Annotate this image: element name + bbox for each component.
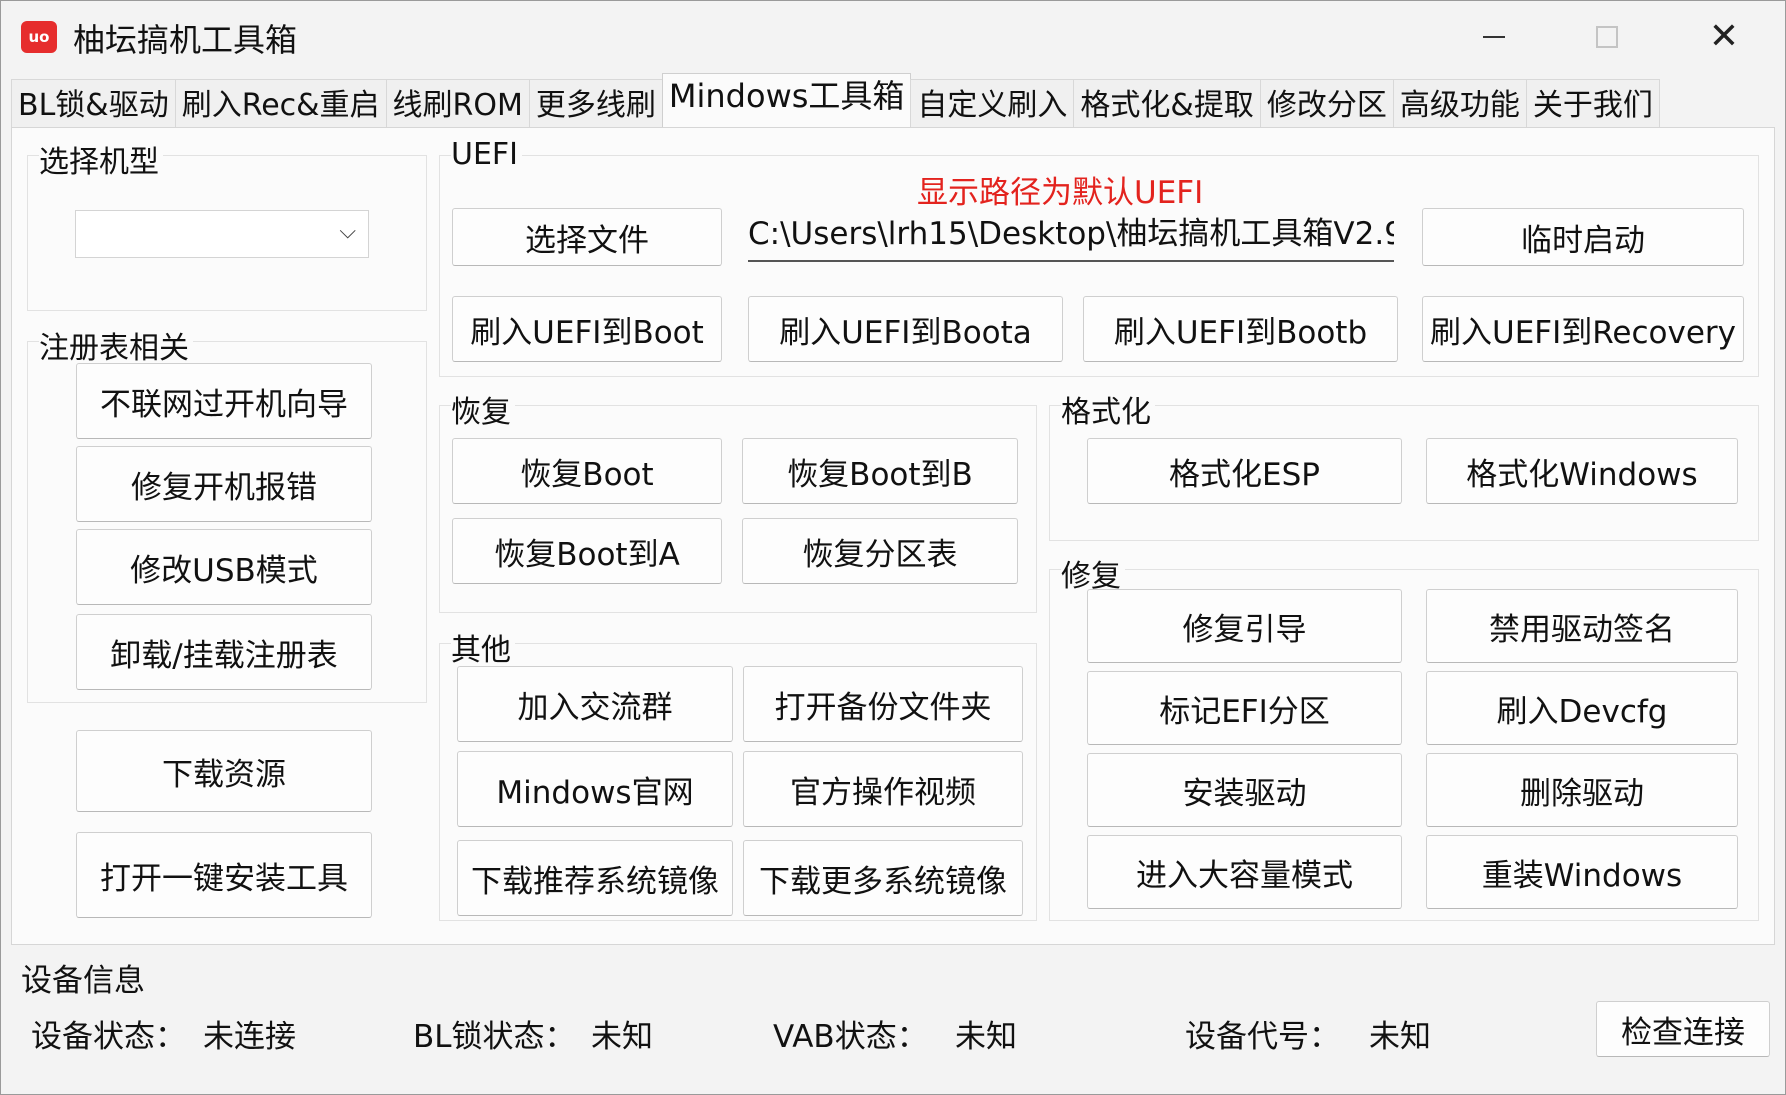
uefi-path-note: 显示路径为默认UEFI xyxy=(917,175,1204,211)
vab-status-value: 未知 xyxy=(955,1019,1017,1055)
flash-uefi-boot-button[interactable]: 刷入UEFI到Boot xyxy=(452,296,722,362)
main-window: uo 柚坛搞机工具箱 ✕ BL锁&驱动 刷入Rec&重启 线刷ROM 更多线刷 … xyxy=(0,0,1786,1095)
tab-modify-partition[interactable]: 修改分区 xyxy=(1259,79,1394,128)
device-status-label: 设备状态： xyxy=(31,1019,186,1055)
open-backup-folder-button[interactable]: 打开备份文件夹 xyxy=(743,666,1023,742)
close-icon: ✕ xyxy=(1708,16,1740,57)
fix-boot-error-button[interactable]: 修复开机报错 xyxy=(76,446,372,522)
flash-uefi-boota-button[interactable]: 刷入UEFI到Boota xyxy=(748,296,1063,362)
restore-group-label: 恢复 xyxy=(451,387,515,431)
tab-line-flash-rom[interactable]: 线刷ROM xyxy=(385,79,530,128)
join-group-button[interactable]: 加入交流群 xyxy=(457,666,733,742)
mindows-website-button[interactable]: Mindows官网 xyxy=(457,751,733,827)
device-code-value: 未知 xyxy=(1369,1019,1431,1055)
format-esp-button[interactable]: 格式化ESP xyxy=(1087,438,1402,504)
select-file-button[interactable]: 选择文件 xyxy=(452,208,722,266)
tab-custom-flash[interactable]: 自定义刷入 xyxy=(910,79,1075,128)
check-connection-button[interactable]: 检查连接 xyxy=(1596,1001,1770,1057)
tab-advanced[interactable]: 高级功能 xyxy=(1392,79,1527,128)
uefi-path-field[interactable]: C:\Users\lrh15\Desktop\柚坛搞机工具箱V2.9.0 xyxy=(748,208,1394,262)
uefi-group-label: UEFI xyxy=(451,137,523,172)
chevron-down-icon: ⌵ xyxy=(339,219,356,244)
window-title: 柚坛搞机工具箱 xyxy=(73,21,298,59)
model-select[interactable]: ⌵ xyxy=(75,210,369,258)
restore-boot-b-button[interactable]: 恢复Boot到B xyxy=(742,438,1018,504)
restore-boot-button[interactable]: 恢复Boot xyxy=(452,438,722,504)
device-info-label: 设备信息 xyxy=(21,963,145,999)
skip-oobe-button[interactable]: 不联网过开机向导 xyxy=(76,363,372,439)
flash-devcfg-button[interactable]: 刷入Devcfg xyxy=(1426,671,1738,745)
app-logo-icon: uo xyxy=(21,21,57,53)
format-windows-button[interactable]: 格式化Windows xyxy=(1426,438,1738,504)
minimize-icon xyxy=(1483,36,1505,38)
bl-lock-status-label: BL锁状态： xyxy=(413,1019,576,1055)
tab-mindows-toolbox[interactable]: Mindows工具箱 xyxy=(661,73,912,128)
mount-registry-button[interactable]: 卸载/挂载注册表 xyxy=(76,614,372,690)
maximize-button[interactable] xyxy=(1552,9,1662,65)
tab-bl-driver[interactable]: BL锁&驱动 xyxy=(11,79,176,128)
model-group-label: 选择机型 xyxy=(39,137,163,181)
repair-bootloader-button[interactable]: 修复引导 xyxy=(1087,589,1402,663)
tab-flash-rec[interactable]: 刷入Rec&重启 xyxy=(174,79,387,128)
reinstall-windows-button[interactable]: 重装Windows xyxy=(1426,835,1738,909)
tab-more-line-flash[interactable]: 更多线刷 xyxy=(528,79,663,128)
tab-format-extract[interactable]: 格式化&提取 xyxy=(1073,79,1261,128)
restore-boot-a-button[interactable]: 恢复Boot到A xyxy=(452,518,722,584)
download-resources-button[interactable]: 下载资源 xyxy=(76,730,372,812)
maximize-icon xyxy=(1596,26,1618,48)
install-driver-button[interactable]: 安装驱动 xyxy=(1087,753,1402,827)
tab-bar: BL锁&驱动 刷入Rec&重启 线刷ROM 更多线刷 Mindows工具箱 自定… xyxy=(11,73,1660,128)
minimize-button[interactable] xyxy=(1439,9,1549,65)
modify-usb-mode-button[interactable]: 修改USB模式 xyxy=(76,529,372,605)
title-bar: uo 柚坛搞机工具箱 ✕ xyxy=(1,1,1785,71)
temp-boot-button[interactable]: 临时启动 xyxy=(1422,208,1744,266)
registry-group-label: 注册表相关 xyxy=(39,323,193,367)
format-group-label: 格式化 xyxy=(1061,387,1155,431)
close-button[interactable]: ✕ xyxy=(1669,9,1779,65)
download-more-images-button[interactable]: 下载更多系统镜像 xyxy=(743,840,1023,916)
other-group-label: 其他 xyxy=(451,625,515,669)
flash-uefi-recovery-button[interactable]: 刷入UEFI到Recovery xyxy=(1422,296,1744,362)
restore-partition-table-button[interactable]: 恢复分区表 xyxy=(742,518,1018,584)
flash-uefi-bootb-button[interactable]: 刷入UEFI到Bootb xyxy=(1083,296,1398,362)
device-status-value: 未连接 xyxy=(203,1019,296,1055)
vab-status-label: VAB状态： xyxy=(773,1019,928,1055)
bl-lock-status-value: 未知 xyxy=(591,1019,653,1055)
open-installer-button[interactable]: 打开一键安装工具 xyxy=(76,832,372,918)
mass-storage-mode-button[interactable]: 进入大容量模式 xyxy=(1087,835,1402,909)
device-code-label: 设备代号： xyxy=(1185,1019,1340,1055)
disable-driver-signature-button[interactable]: 禁用驱动签名 xyxy=(1426,589,1738,663)
mark-efi-partition-button[interactable]: 标记EFI分区 xyxy=(1087,671,1402,745)
remove-driver-button[interactable]: 删除驱动 xyxy=(1426,753,1738,827)
tab-about[interactable]: 关于我们 xyxy=(1525,79,1660,128)
download-recommended-image-button[interactable]: 下载推荐系统镜像 xyxy=(457,840,733,916)
official-video-button[interactable]: 官方操作视频 xyxy=(743,751,1023,827)
